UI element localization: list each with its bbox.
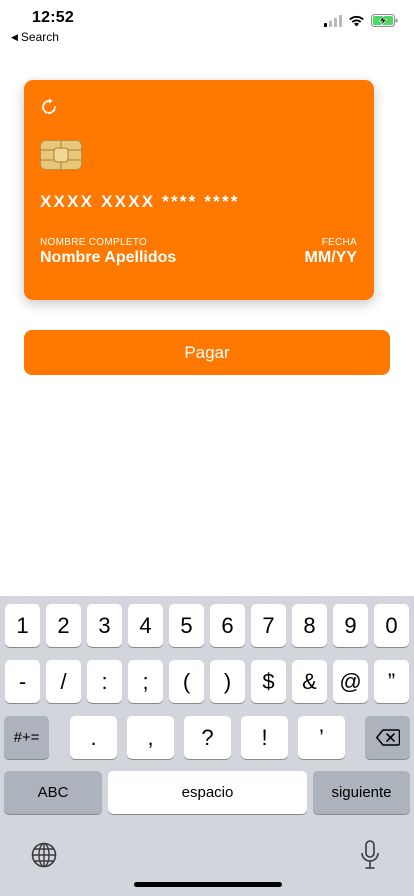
digit-key-1[interactable]: 2	[46, 604, 81, 647]
digit-key-2[interactable]: 3	[87, 604, 122, 647]
digit-key-0[interactable]: 1	[5, 604, 40, 647]
symbol-key-7[interactable]: &	[292, 660, 327, 703]
digit-key-6[interactable]: 7	[251, 604, 286, 647]
digit-key-5[interactable]: 6	[210, 604, 245, 647]
expiry-date-label: FECHA	[321, 237, 357, 248]
symbol-key-1[interactable]: /	[46, 660, 81, 703]
abc-key[interactable]: ABC	[4, 771, 102, 814]
home-indicator	[134, 882, 282, 887]
back-link-label: Search	[20, 30, 59, 44]
back-arrow-icon: ◀	[11, 31, 18, 42]
numeric-keyboard: 1234567890 - /:;() $ & @” .,?!’ #+= ABC espa…	[0, 596, 414, 896]
symbol-key-6[interactable]: $	[251, 660, 286, 703]
digit-key-9[interactable]: 0	[374, 604, 409, 647]
status-icons	[324, 14, 398, 27]
next-key[interactable]: siguiente	[313, 771, 410, 814]
battery-charging-icon	[371, 14, 398, 27]
digit-key-4[interactable]: 5	[169, 604, 204, 647]
symbol-key-3[interactable]: ;	[128, 660, 163, 703]
cardholder-name-value: Nombre Apellidos	[40, 249, 177, 266]
space-key[interactable]: espacio	[108, 771, 307, 814]
symbol-key-8[interactable]: @	[333, 660, 368, 703]
back-to-search-link[interactable]: ◀ Search	[11, 30, 59, 44]
digit-key-7[interactable]: 8	[292, 604, 327, 647]
cardholder-name-label: NOMBRE COMPLETO	[40, 237, 148, 248]
status-bar: 12:52 ◀ Search	[0, 0, 414, 48]
backspace-key[interactable]	[365, 716, 410, 759]
card-chip-icon	[40, 140, 82, 170]
symbol-key-4[interactable]: (	[169, 660, 204, 703]
flip-card-icon[interactable]	[40, 98, 58, 116]
punctuation-key-0[interactable]: .	[70, 716, 117, 759]
wifi-icon	[349, 15, 364, 26]
digit-key-8[interactable]: 9	[333, 604, 368, 647]
pay-button[interactable]: Pagar	[24, 330, 390, 375]
backspace-icon	[375, 729, 400, 746]
punctuation-key-3[interactable]: !	[241, 716, 288, 759]
status-time: 12:52	[32, 9, 74, 26]
credit-card-preview: XXXX XXXX **** **** NOMBRE COMPLETO Nomb…	[24, 80, 374, 300]
punctuation-key-1[interactable]: ,	[127, 716, 174, 759]
symbol-key-9[interactable]: ”	[374, 660, 409, 703]
symbols-key[interactable]: #+=	[4, 716, 49, 759]
punctuation-key-4[interactable]: ’	[298, 716, 345, 759]
symbol-key-2[interactable]: :	[87, 660, 122, 703]
punctuation-key-2[interactable]: ?	[184, 716, 231, 759]
symbol-key-0[interactable]: -	[5, 660, 40, 703]
digit-key-3[interactable]: 4	[128, 604, 163, 647]
symbol-key-5[interactable]: )	[210, 660, 245, 703]
microphone-icon[interactable]	[360, 840, 380, 870]
globe-icon[interactable]	[31, 842, 57, 868]
card-number: XXXX XXXX **** ****	[40, 192, 240, 211]
expiry-date-value: MM/YY	[304, 249, 357, 266]
signal-icon	[324, 14, 342, 27]
